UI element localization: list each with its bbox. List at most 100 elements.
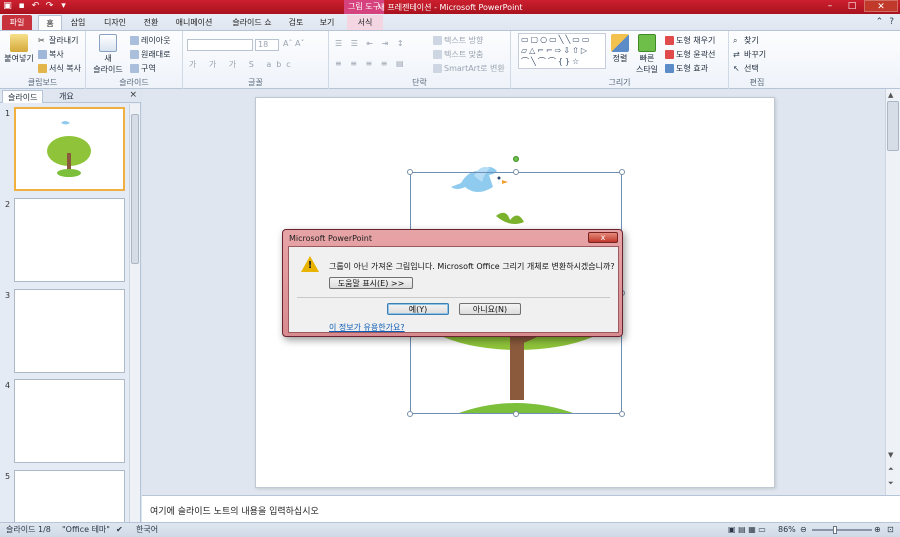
language[interactable]: 한국어 [136,523,158,537]
slide-thumbnail-5[interactable] [14,470,125,522]
notes-pane[interactable]: 여기에 슬라이드 노트의 내용을 입력하십시오 [142,495,900,522]
zoom-out-icon[interactable]: ⊖ [800,523,807,537]
editing-group: ⌕ 찾기 ⇄ 바꾸기 ↖ 선택 편집 [729,31,785,89]
view-buttons[interactable]: ▣ ▤ ▦ ▭ [728,523,766,537]
fit-to-window-icon[interactable]: ⊡ [887,523,894,537]
font-format-icons[interactable]: 가 가 가 S abc [189,59,296,70]
resize-handle[interactable] [513,169,519,175]
tab-design[interactable]: 디자인 [98,15,132,30]
reset-label: 원래대로 [141,50,171,59]
clipboard-group-label: 클립보드 [27,78,58,87]
font-name-box[interactable] [187,39,253,51]
notes-placeholder: 여기에 슬라이드 노트의 내용을 입력하십시오 [150,507,319,517]
smartart-button[interactable]: SmartArt로 변환 [433,63,505,74]
find-label: 찾기 [744,36,759,45]
reset-button[interactable]: 원래대로 [130,49,170,60]
rotation-handle[interactable] [513,156,519,162]
previous-slide-icon[interactable]: ⏶ [888,465,894,474]
convert-picture-dialog: Microsoft PowerPoint x ! 그룹이 아닌 가져온 그림입니… [282,229,623,337]
resize-handle[interactable] [619,169,625,175]
window-controls: – □ ✕ [820,0,898,12]
zoom-slider-thumb[interactable] [833,526,837,534]
list-indent-icons[interactable]: ☰ ☰ ⇤ ⇥ ↕ [335,39,407,48]
show-help-button[interactable]: 도움말 표시(E) >> [329,277,413,289]
paste-button[interactable]: 붙여넣기 [4,34,34,64]
tab-insert[interactable]: 삽입 [66,15,90,30]
tab-animations[interactable]: 애니메이션 [170,15,218,30]
select-label: 선택 [744,64,759,73]
cut-button[interactable]: ✂ 잘라내기 [38,35,78,46]
warning-icon-mark: ! [307,260,313,271]
pane-tabs: 슬라이드 개요 × [0,89,141,103]
shape-outline-button[interactable]: 도형 윤곽선 [665,49,715,60]
drawing-group: ▭▢○▭╲╲▭▭ ▱△⌐⌐⇨⇩⇧▷ ⌒╲⌒⌒{}☆ 정렬 빠른 스타일 도형 채우기… [511,31,729,89]
grow-shrink-font-icons[interactable]: Aˆ Aˇ [283,39,305,48]
font-size-box[interactable]: 18 [255,39,279,51]
text-direction-button[interactable]: 텍스트 방향 [433,35,483,46]
align-text-button[interactable]: 텍스트 맞춤 [433,49,483,60]
resize-handle[interactable] [619,411,625,417]
new-slide-button[interactable]: 새 슬라이드 [90,34,126,75]
paste-label: 붙여넣기 [4,54,34,63]
tab-file[interactable]: 파일 [2,15,32,30]
feedback-link[interactable]: 이 정보가 유용한가요? [329,322,405,333]
dialog-close-button[interactable]: x [588,232,618,243]
thumbnail-number: 1 [5,109,11,118]
next-slide-icon[interactable]: ⏷ [888,479,894,488]
select-button[interactable]: ↖ 선택 [733,63,759,74]
tab-review[interactable]: 검토 [284,15,308,30]
zoom-slider[interactable] [812,529,872,531]
title-bar: ▣ ▪ ↶ ↷ ▾ 그림 도구 새 프레젠테이션 - Microsoft Pow… [0,0,900,14]
layout-button[interactable]: 레이아웃 [130,35,170,46]
tab-home[interactable]: 홈 [38,15,62,30]
close-window-icon[interactable]: ✕ [864,0,898,12]
yes-button[interactable]: 예(Y) [387,303,449,315]
scroll-up-icon[interactable]: ▲ [888,91,893,99]
slide-thumbnail-2[interactable] [14,198,125,282]
slides-pane-scroll-thumb[interactable] [131,114,139,264]
resize-handle[interactable] [407,169,413,175]
zoom-level[interactable]: 86% [778,523,796,537]
slide-thumbnail-4[interactable] [14,379,125,463]
shape-effects-button[interactable]: 도형 효과 [665,63,708,74]
arrange-icon [611,34,629,52]
alignment-icons[interactable]: ≡ ≡ ≡ ≡ ▤ [335,59,407,68]
spell-check-icon[interactable]: ✔ [116,523,123,537]
close-pane-icon[interactable]: × [129,90,137,100]
paragraph-group: ☰ ☰ ⇤ ⇥ ↕ ≡ ≡ ≡ ≡ ▤ 텍스트 방향 텍스트 맞춤 SmartA… [329,31,511,89]
dialog-body: ! 그룹이 아닌 가져온 그림입니다. Microsoft Office 그리기… [288,246,619,333]
maximize-icon[interactable]: □ [842,0,862,12]
replace-button[interactable]: ⇄ 바꾸기 [733,49,766,60]
scroll-down-icon[interactable]: ▼ [888,451,893,459]
zoom-in-icon[interactable]: ⊕ [874,523,881,537]
window-title: 새 프레젠테이션 - Microsoft PowerPoint [377,3,523,12]
arrange-button[interactable]: 정렬 [609,34,631,64]
minimize-icon[interactable]: – [820,0,840,12]
find-button[interactable]: ⌕ 찾기 [733,35,759,46]
resize-handle[interactable] [407,411,413,417]
help-icon[interactable]: ? [889,17,894,27]
copy-button[interactable]: 복사 [38,49,64,60]
tab-transitions[interactable]: 전환 [138,15,164,30]
shapes-gallery[interactable]: ▭▢○▭╲╲▭▭ ▱△⌐⌐⇨⇩⇧▷ ⌒╲⌒⌒{}☆ [518,33,606,69]
shape-fill-button[interactable]: 도형 채우기 [665,35,715,46]
reset-icon [130,50,139,59]
shape-fill-label: 도형 채우기 [676,36,716,45]
no-button[interactable]: 아니요(N) [459,303,521,315]
quick-styles-button[interactable]: 빠른 스타일 [635,34,659,75]
tab-slideshow[interactable]: 슬라이드 쇼 [226,15,278,30]
slide-thumbnail-3[interactable] [14,289,125,373]
minimize-ribbon-icon[interactable]: ⌃ [876,17,884,27]
slide-scroll-thumb[interactable] [887,101,899,151]
tab-format[interactable]: 서식 [347,15,383,30]
tab-view[interactable]: 보기 [315,15,339,30]
slide-scrollbar[interactable]: ▲ ▼ ⏶ ⏷ [885,89,900,495]
tab-slides-pane[interactable]: 슬라이드 [2,90,44,103]
slides-pane-scrollbar[interactable] [129,104,140,522]
resize-handle[interactable] [513,411,519,417]
slide-thumbnail-1[interactable] [14,107,125,191]
tab-outline-pane[interactable]: 개요 [54,90,79,103]
format-painter-button[interactable]: 서식 복사 [38,63,81,74]
section-button[interactable]: 구역 [130,63,156,74]
theme-name[interactable]: "Office 테마" [62,523,110,537]
